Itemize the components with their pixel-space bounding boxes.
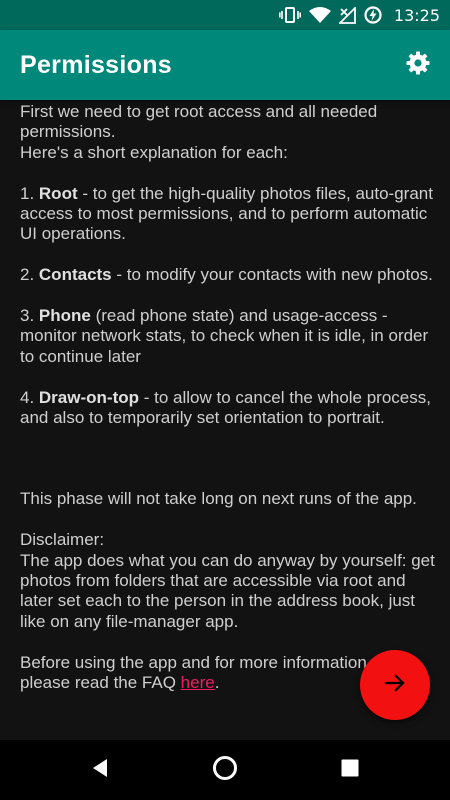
status-icons: 13:25 <box>278 5 440 25</box>
status-bar: 13:25 <box>0 0 450 30</box>
intro-text: First we need to get root access and all… <box>20 102 378 142</box>
next-button[interactable] <box>360 650 430 720</box>
battery-charging-icon <box>364 6 382 24</box>
page-title: Permissions <box>20 50 172 79</box>
settings-button[interactable] <box>400 47 436 83</box>
arrow-right-icon <box>383 671 407 700</box>
cellular-no-signal-icon <box>338 6 356 24</box>
status-time: 13:25 <box>393 5 440 25</box>
wifi-icon <box>308 6 331 24</box>
gear-icon <box>405 50 431 81</box>
home-icon <box>211 754 239 787</box>
recents-button[interactable] <box>334 754 366 786</box>
app-bar: Permissions <box>0 30 450 100</box>
permissions-explanation: First we need to get root access and all… <box>20 102 435 750</box>
vibrate-icon <box>278 7 301 23</box>
intro-subtext: Here's a short explanation for each: <box>20 142 288 162</box>
faq-link[interactable]: here <box>181 673 215 692</box>
permission-item-contacts: 2. Contacts - to modify your contacts wi… <box>20 265 433 285</box>
disclaimer-title: Disclaimer: <box>20 530 105 550</box>
back-button[interactable] <box>84 754 116 786</box>
home-button[interactable] <box>209 754 241 786</box>
navigation-bar <box>0 740 450 800</box>
permission-item-phone: 3. Phone (read phone state) and usage-ac… <box>20 306 429 366</box>
disclaimer-text: The app does what you can do anyway by y… <box>20 550 435 631</box>
phase-note: This phase will not take long on next ru… <box>20 489 417 509</box>
recents-icon <box>340 758 360 783</box>
permission-item-draw-on-top: 4. Draw-on-top - to allow to cancel the … <box>20 387 431 428</box>
back-icon <box>89 757 111 784</box>
permission-item-root: 1. Root - to get the high-quality photos… <box>20 183 433 244</box>
